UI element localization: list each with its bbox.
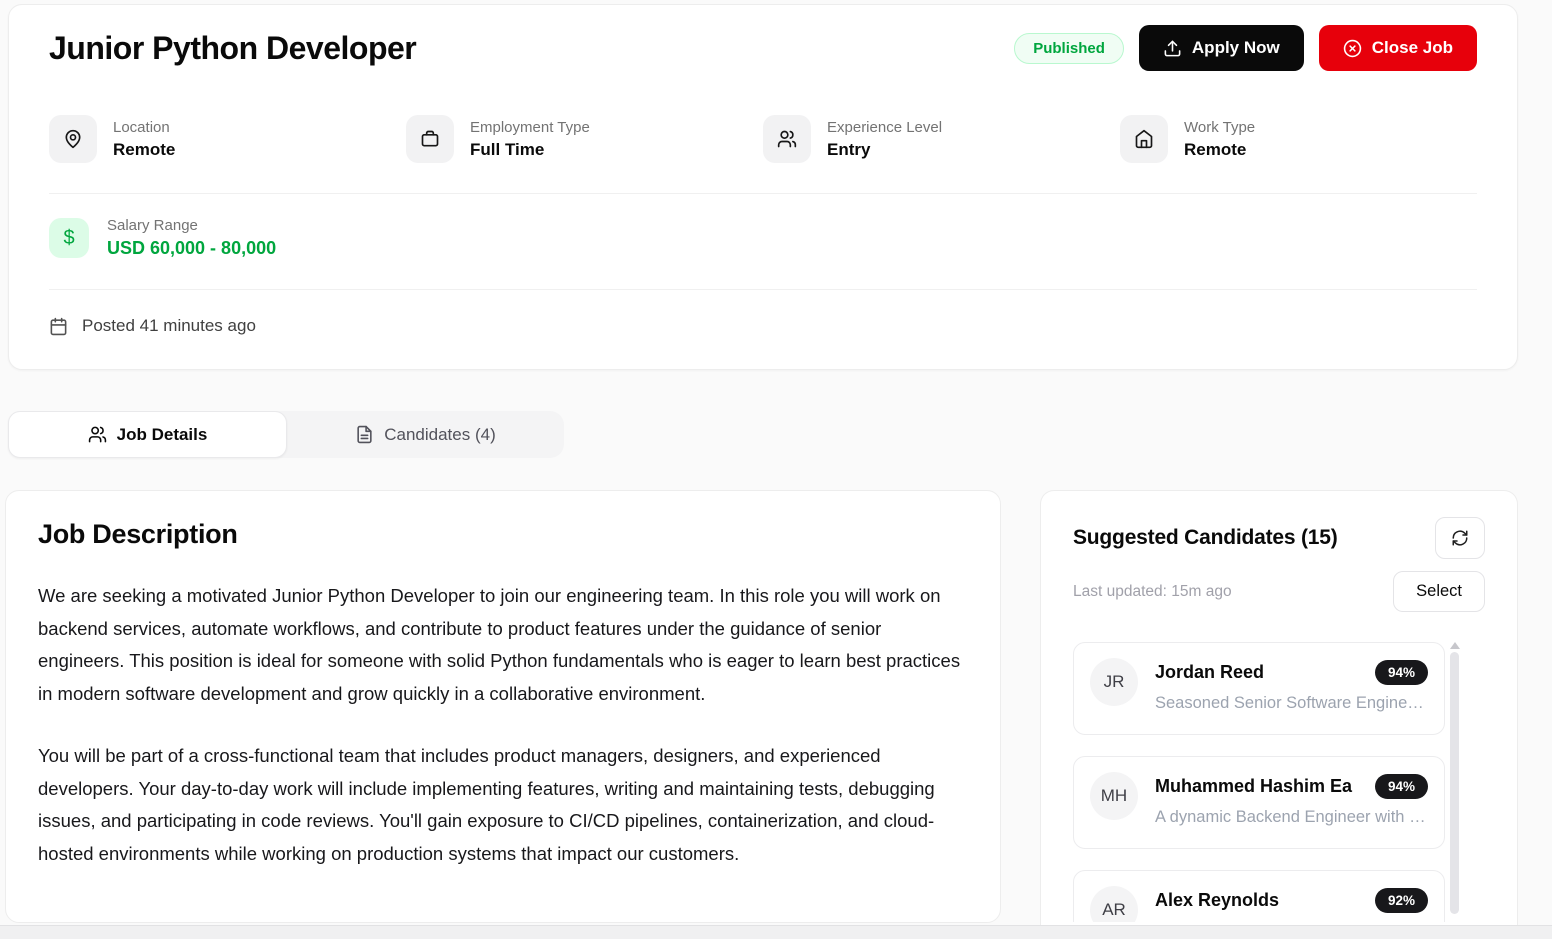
candidate-card[interactable]: AR Alex Reynolds 92% xyxy=(1073,870,1445,922)
candidate-list: JR Jordan Reed 94% Seasoned Senior Softw… xyxy=(1073,642,1485,922)
users-icon xyxy=(763,115,811,163)
info-employment-type: Employment Type Full Time xyxy=(406,115,763,163)
candidate-card[interactable]: MH Muhammed Hashim Ea 94% A dynamic Back… xyxy=(1073,756,1445,849)
apply-now-button[interactable]: Apply Now xyxy=(1139,25,1304,71)
refresh-icon xyxy=(1451,529,1469,547)
posted-text: Posted 41 minutes ago xyxy=(82,316,256,336)
dollar-icon: $ xyxy=(49,218,89,258)
tab-candidates-label: Candidates (4) xyxy=(384,425,496,445)
info-work-type: Work Type Remote xyxy=(1120,115,1477,163)
job-description-card: Job Description We are seeking a motivat… xyxy=(5,490,1001,923)
close-job-label: Close Job xyxy=(1372,38,1453,58)
close-job-button[interactable]: Close Job xyxy=(1319,25,1477,71)
avatar: JR xyxy=(1090,658,1138,706)
candidate-name: Jordan Reed xyxy=(1155,662,1264,683)
calendar-icon xyxy=(49,317,68,336)
briefcase-icon xyxy=(406,115,454,163)
avatar: MH xyxy=(1090,772,1138,820)
candidate-summary: A dynamic Backend Engineer with 7+… xyxy=(1155,808,1428,827)
select-button[interactable]: Select xyxy=(1393,571,1485,612)
scroll-up-arrow-icon xyxy=(1450,642,1460,649)
candidate-name: Alex Reynolds xyxy=(1155,890,1279,911)
posted-row: Posted 41 minutes ago xyxy=(49,316,1477,336)
employment-type-label: Employment Type xyxy=(470,119,590,136)
apply-now-label: Apply Now xyxy=(1192,38,1280,58)
tab-job-details[interactable]: Job Details xyxy=(8,411,287,458)
job-info-grid: Location Remote Employment Type Full Tim… xyxy=(49,115,1477,163)
tab-bar: Job Details Candidates (4) xyxy=(8,411,564,458)
suggested-candidates-panel: Suggested Candidates (15) Last updated: … xyxy=(1040,490,1518,930)
tab-candidates[interactable]: Candidates (4) xyxy=(287,411,564,458)
suggested-candidates-title: Suggested Candidates (15) xyxy=(1073,526,1338,550)
scrollbar-thumb[interactable] xyxy=(1450,652,1459,914)
work-type-value: Remote xyxy=(1184,140,1255,160)
candidate-list-scrollbar[interactable] xyxy=(1450,642,1459,922)
divider xyxy=(49,289,1477,290)
upload-icon xyxy=(1163,39,1182,58)
info-experience-level: Experience Level Entry xyxy=(763,115,1120,163)
users-icon xyxy=(88,425,107,444)
employment-type-value: Full Time xyxy=(470,140,590,160)
divider xyxy=(49,193,1477,194)
horizontal-scrollbar-track[interactable] xyxy=(0,925,1552,939)
job-description-paragraph: We are seeking a motivated Junior Python… xyxy=(38,580,968,710)
info-location: Location Remote xyxy=(49,115,406,163)
experience-level-label: Experience Level xyxy=(827,119,942,136)
job-description-paragraph: You will be part of a cross-functional t… xyxy=(38,740,968,870)
x-circle-icon xyxy=(1343,39,1362,58)
refresh-button[interactable] xyxy=(1435,517,1485,559)
candidate-card[interactable]: JR Jordan Reed 94% Seasoned Senior Softw… xyxy=(1073,642,1445,735)
location-label: Location xyxy=(113,119,175,136)
avatar: AR xyxy=(1090,886,1138,922)
file-text-icon xyxy=(355,425,374,444)
candidate-summary: Seasoned Senior Software Engineer … xyxy=(1155,694,1428,713)
experience-level-value: Entry xyxy=(827,140,942,160)
work-type-label: Work Type xyxy=(1184,119,1255,136)
salary-value: USD 60,000 - 80,000 xyxy=(107,238,276,259)
page-title: Junior Python Developer xyxy=(49,30,416,67)
header-actions: Published Apply Now Close Job xyxy=(1014,25,1477,71)
match-score-badge: 94% xyxy=(1375,660,1428,685)
job-description-title: Job Description xyxy=(38,519,968,550)
tab-job-details-label: Job Details xyxy=(117,425,208,445)
last-updated-text: Last updated: 15m ago xyxy=(1073,583,1232,601)
status-badge: Published xyxy=(1014,33,1124,64)
match-score-badge: 92% xyxy=(1375,888,1428,913)
job-header-card: Junior Python Developer Published Apply … xyxy=(8,4,1518,370)
salary-row: $ Salary Range USD 60,000 - 80,000 xyxy=(49,217,1477,259)
match-score-badge: 94% xyxy=(1375,774,1428,799)
salary-label: Salary Range xyxy=(107,217,276,234)
home-icon xyxy=(1120,115,1168,163)
candidate-name: Muhammed Hashim Ea xyxy=(1155,776,1352,797)
map-pin-icon xyxy=(49,115,97,163)
location-value: Remote xyxy=(113,140,175,160)
